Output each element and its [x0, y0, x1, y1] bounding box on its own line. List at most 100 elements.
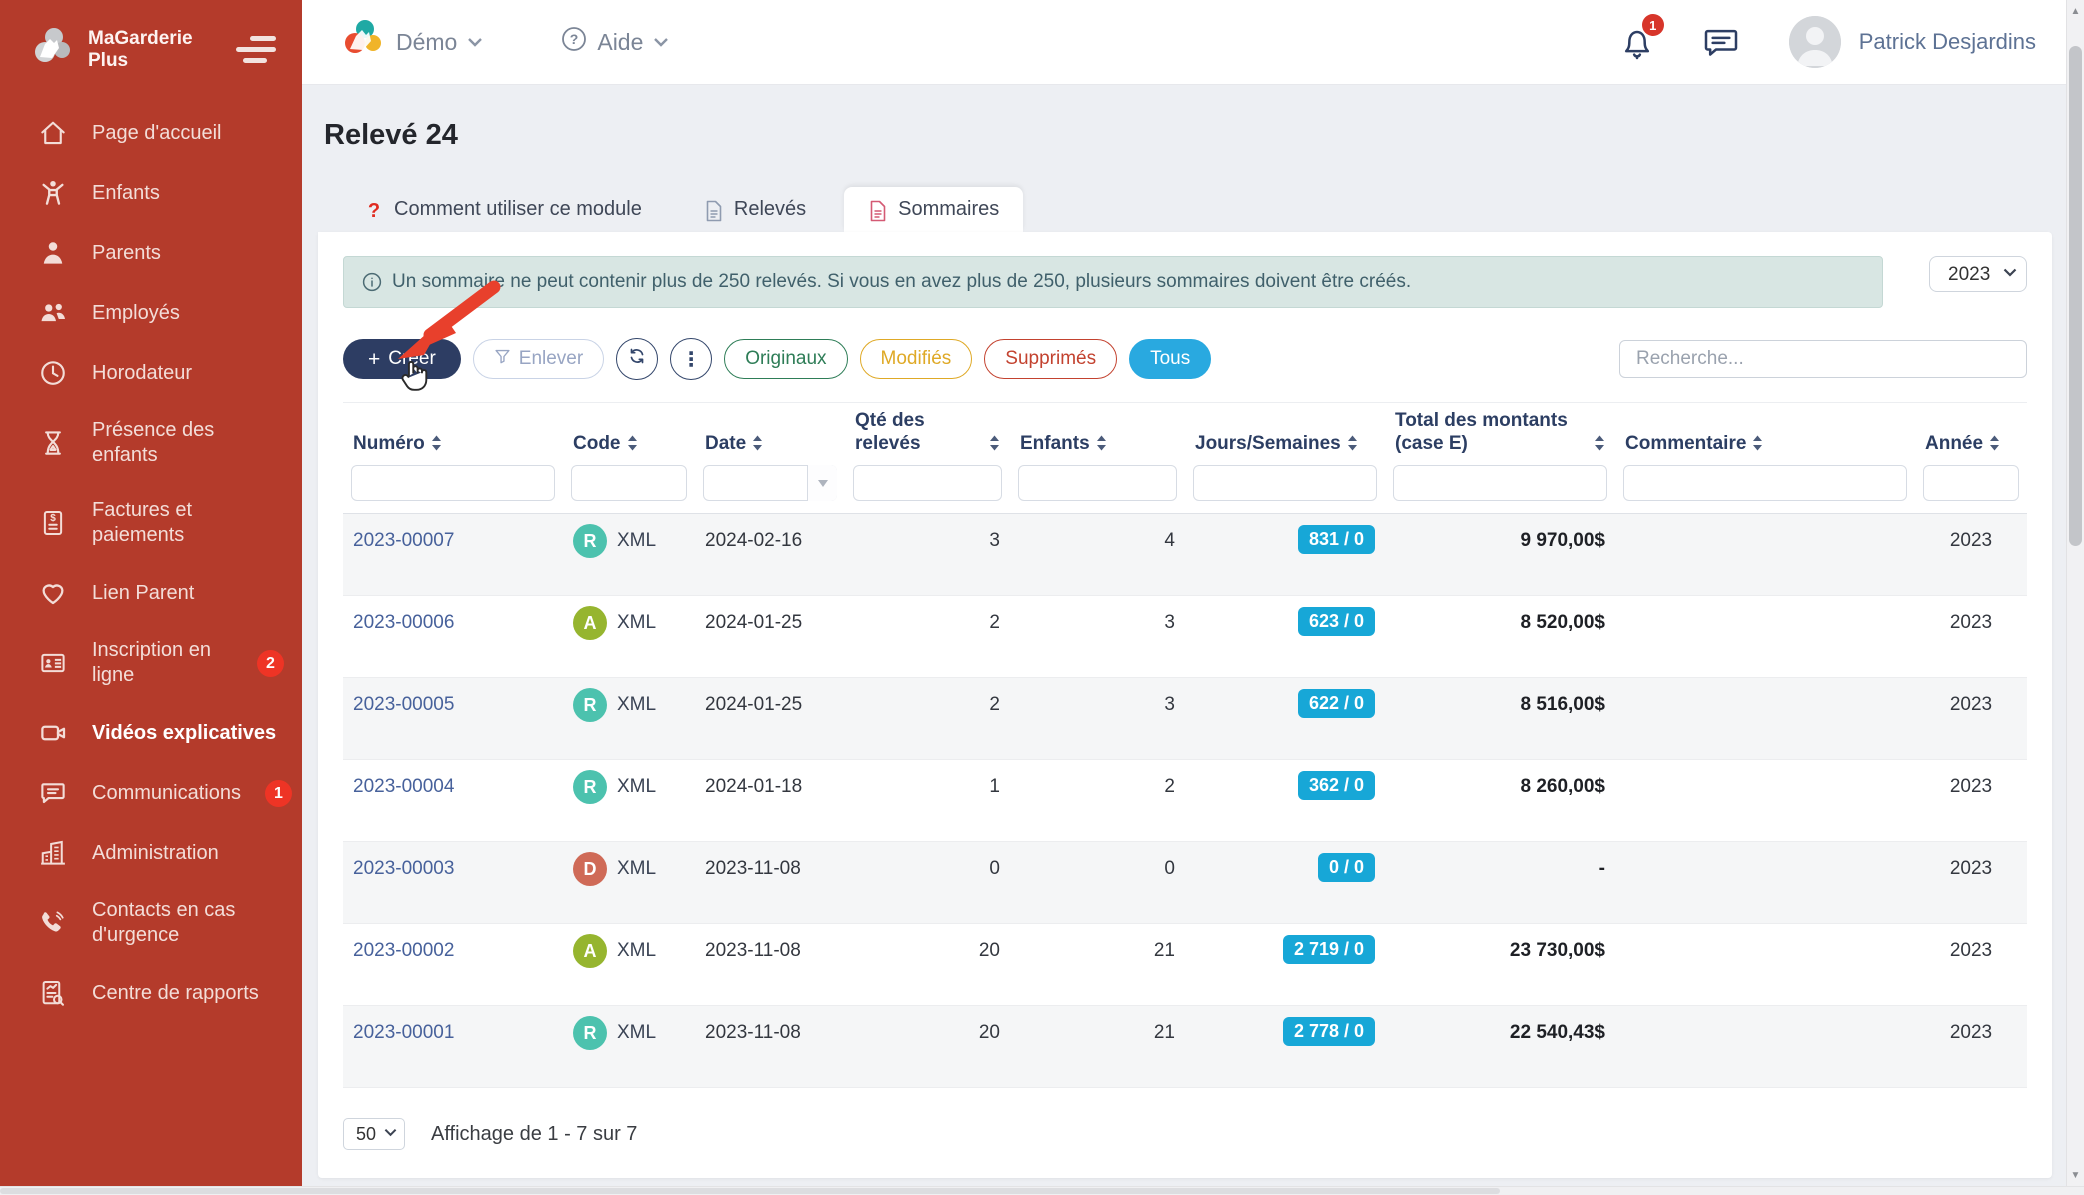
total-cell: 9 970,00$	[1520, 530, 1605, 552]
sidebar-item-pr-sence-des-enfants[interactable]: Présence des enfants	[0, 403, 302, 483]
column-header-total-des-montants-case-e[interactable]: Total des montants (case E)	[1385, 403, 1615, 465]
filter-input-qt-des-relev-s[interactable]	[853, 465, 1002, 501]
xml-link[interactable]: XML	[617, 530, 656, 552]
filter-button-tous[interactable]: Tous	[1129, 339, 1211, 379]
table-row[interactable]: 2023-00006AXML2024-01-2523623 / 08 520,0…	[343, 596, 2027, 678]
sort-icon	[1347, 435, 1358, 451]
filter-button-modifi-s[interactable]: Modifiés	[860, 339, 973, 379]
help-menu[interactable]: ? Aide	[561, 26, 669, 58]
id-card-icon	[38, 648, 68, 678]
sidebar-item-lien-parent[interactable]: Lien Parent	[0, 563, 302, 623]
scroll-down-arrow-icon[interactable]: ▼	[2067, 1166, 2084, 1184]
column-header-commentaire[interactable]: Commentaire	[1615, 403, 1915, 465]
table-row[interactable]: 2023-00001RXML2023-11-0820212 778 / 022 …	[343, 1006, 2027, 1088]
xml-link[interactable]: XML	[617, 940, 656, 962]
sidebar-item-employ-s[interactable]: Employés	[0, 283, 302, 343]
numero-link[interactable]: 2023-00005	[353, 694, 454, 716]
numero-link[interactable]: 2023-00001	[353, 1022, 454, 1044]
filter-button-supprim-s[interactable]: Supprimés	[984, 339, 1117, 379]
hourglass-icon	[38, 428, 68, 458]
sidebar-item-vid-os-explicatives[interactable]: Vidéos explicatives	[0, 703, 302, 763]
date-cell: 2023-11-08	[705, 940, 801, 962]
table-row[interactable]: 2023-00007RXML2024-02-1634831 / 09 970,0…	[343, 514, 2027, 596]
sort-icon	[431, 435, 442, 451]
column-header-date[interactable]: Date	[695, 403, 845, 465]
column-header-qt-des-relev-s[interactable]: Qté des relevés	[845, 403, 1010, 465]
sidebar-item-contacts-en-cas-d-urgence[interactable]: Contacts en cas d'urgence	[0, 883, 302, 963]
numero-link[interactable]: 2023-00004	[353, 776, 454, 798]
column-header-num-ro[interactable]: Numéro	[343, 403, 563, 465]
scrollbar-thumb[interactable]	[2069, 46, 2082, 546]
table-row[interactable]: 2023-00005RXML2024-01-2523622 / 08 516,0…	[343, 678, 2027, 760]
sidebar: MaGarderie Plus Page d'accueilEnfantsPar…	[0, 0, 302, 1186]
xml-link[interactable]: XML	[617, 612, 656, 634]
app-logo[interactable]: MaGarderie Plus	[30, 24, 234, 75]
hscrollbar-thumb[interactable]	[0, 1188, 1500, 1194]
sidebar-item-factures-et-paiements[interactable]: $Factures et paiements	[0, 483, 302, 563]
numero-link[interactable]: 2023-00002	[353, 940, 454, 962]
xml-link[interactable]: XML	[617, 1022, 656, 1044]
filter-input-total-des-montants-case-e[interactable]	[1393, 465, 1607, 501]
page-size-select[interactable]: 50	[343, 1118, 405, 1150]
sidebar-item-parents[interactable]: Parents	[0, 223, 302, 283]
svg-text:?: ?	[570, 31, 579, 47]
tab-sommaires[interactable]: Sommaires	[844, 187, 1023, 232]
sidebar-item-horodateur[interactable]: Horodateur	[0, 343, 302, 403]
table-row[interactable]: 2023-00004RXML2024-01-1812362 / 08 260,0…	[343, 760, 2027, 842]
filter-input-code[interactable]	[571, 465, 687, 501]
vertical-scrollbar[interactable]: ▲ ▼	[2066, 0, 2084, 1186]
refresh-button[interactable]	[616, 338, 658, 380]
sidebar-item-inscription-en-ligne[interactable]: Inscription en ligne2	[0, 623, 302, 703]
sidebar-item-centre-de-rapports[interactable]: Centre de rapports	[0, 963, 302, 1023]
employees-icon	[38, 298, 68, 328]
create-button[interactable]: + Créer	[343, 339, 461, 379]
sidebar-item-enfants[interactable]: Enfants	[0, 163, 302, 223]
video-icon	[38, 718, 68, 748]
menu-toggle-icon[interactable]	[234, 36, 276, 63]
heart-icon	[38, 578, 68, 608]
column-header-code[interactable]: Code	[563, 403, 695, 465]
search-input[interactable]	[1619, 340, 2027, 378]
user-name[interactable]: Patrick Desjardins	[1859, 29, 2036, 55]
column-header-ann-e[interactable]: Année	[1915, 403, 2027, 465]
numero-link[interactable]: 2023-00007	[353, 530, 454, 552]
year-select[interactable]: 2023	[1929, 256, 2027, 292]
column-header-jours-semaines[interactable]: Jours/Semaines	[1185, 403, 1385, 465]
horizontal-scrollbar[interactable]	[0, 1186, 2084, 1195]
tab-comment-utiliser-ce-module[interactable]: ?Comment utiliser ce module	[340, 187, 666, 232]
xml-link[interactable]: XML	[617, 858, 656, 880]
scroll-up-arrow-icon[interactable]: ▲	[2067, 2, 2084, 20]
column-header-enfants[interactable]: Enfants	[1010, 403, 1185, 465]
numero-link[interactable]: 2023-00003	[353, 858, 454, 880]
filter-input-num-ro[interactable]	[351, 465, 555, 501]
xml-link[interactable]: XML	[617, 694, 656, 716]
sidebar-item-communications[interactable]: Communications1	[0, 763, 302, 823]
user-avatar[interactable]	[1789, 16, 1841, 68]
org-switcher[interactable]: Démo	[342, 17, 483, 67]
app-window: MaGarderie Plus Page d'accueilEnfantsPar…	[0, 0, 2084, 1186]
filter-input-ann-e[interactable]	[1923, 465, 2019, 501]
topbar: Démo ? Aide 1	[302, 0, 2066, 85]
more-actions-button[interactable]: ⋮	[670, 338, 712, 380]
org-logo-icon	[342, 17, 386, 67]
table-header-row: NuméroCodeDateQté des relevés Enfants Jour…	[343, 402, 2027, 465]
table-row[interactable]: 2023-00002AXML2023-11-0820212 719 / 023 …	[343, 924, 2027, 1006]
annee-cell: 2023	[1950, 1022, 1992, 1044]
xml-link[interactable]: XML	[617, 776, 656, 798]
sidebar-item-label: Inscription en ligne	[92, 638, 233, 688]
filter-input-jours-semaines[interactable]	[1193, 465, 1377, 501]
column-label: Enfants	[1020, 432, 1090, 455]
tab-relev-s[interactable]: Relevés	[680, 187, 830, 232]
messages-icon[interactable]	[1701, 22, 1741, 62]
date-filter-dropdown-icon[interactable]	[807, 465, 837, 501]
notifications-bell-icon[interactable]: 1	[1617, 22, 1657, 62]
table-row[interactable]: 2023-00003DXML2023-11-08000 / 0-2023	[343, 842, 2027, 924]
remove-button[interactable]: Enlever	[473, 339, 604, 379]
sidebar-item-administration[interactable]: Administration	[0, 823, 302, 883]
sort-icon	[1096, 435, 1107, 451]
filter-input-enfants[interactable]	[1018, 465, 1177, 501]
numero-link[interactable]: 2023-00006	[353, 612, 454, 634]
filter-button-originaux[interactable]: Originaux	[724, 339, 847, 379]
filter-input-commentaire[interactable]	[1623, 465, 1907, 501]
sidebar-item-page-d-accueil[interactable]: Page d'accueil	[0, 103, 302, 163]
